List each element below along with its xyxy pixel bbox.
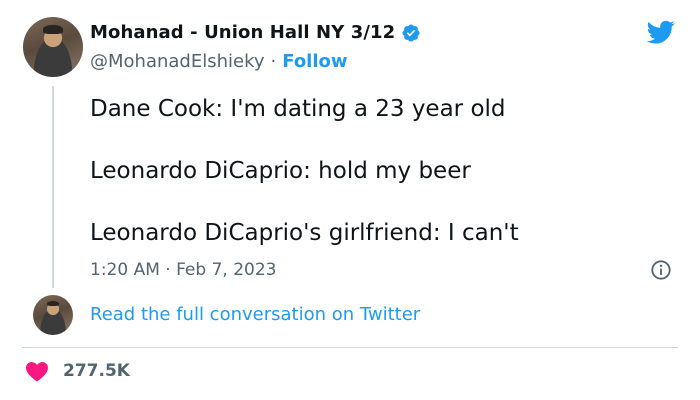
twitter-bird-icon[interactable]	[645, 18, 677, 46]
verified-badge-icon	[402, 23, 420, 42]
separator-dot: ·	[270, 51, 277, 72]
info-icon[interactable]	[650, 259, 672, 281]
read-conversation-link[interactable]: Read the full conversation on Twitter	[90, 304, 420, 325]
author-display-name[interactable]: Mohanad - Union Hall NY 3/12	[90, 22, 395, 43]
likes-count[interactable]: 277.5K	[63, 361, 130, 381]
tweet-text-line: Leonardo DiCaprio: hold my beer	[90, 158, 471, 184]
follow-button[interactable]: Follow	[282, 51, 347, 72]
tweet-text-line: Leonardo DiCaprio's girlfriend: I can't	[90, 220, 519, 246]
author-handle[interactable]: @MohanadElshieky	[90, 51, 265, 72]
thread-line	[52, 86, 54, 288]
likes-row: 277.5K	[25, 360, 130, 382]
heart-icon[interactable]	[25, 360, 49, 382]
author-name-row: Mohanad - Union Hall NY 3/12	[90, 22, 421, 43]
tweet-timestamp[interactable]: 1:20 AM · Feb 7, 2023	[90, 260, 276, 280]
author-handle-row: @MohanadElshieky · Follow	[90, 51, 348, 72]
author-avatar[interactable]	[23, 17, 83, 77]
reply-avatar	[33, 295, 73, 335]
tweet-text-line: Dane Cook: I'm dating a 23 year old	[90, 96, 506, 122]
divider	[22, 347, 678, 348]
